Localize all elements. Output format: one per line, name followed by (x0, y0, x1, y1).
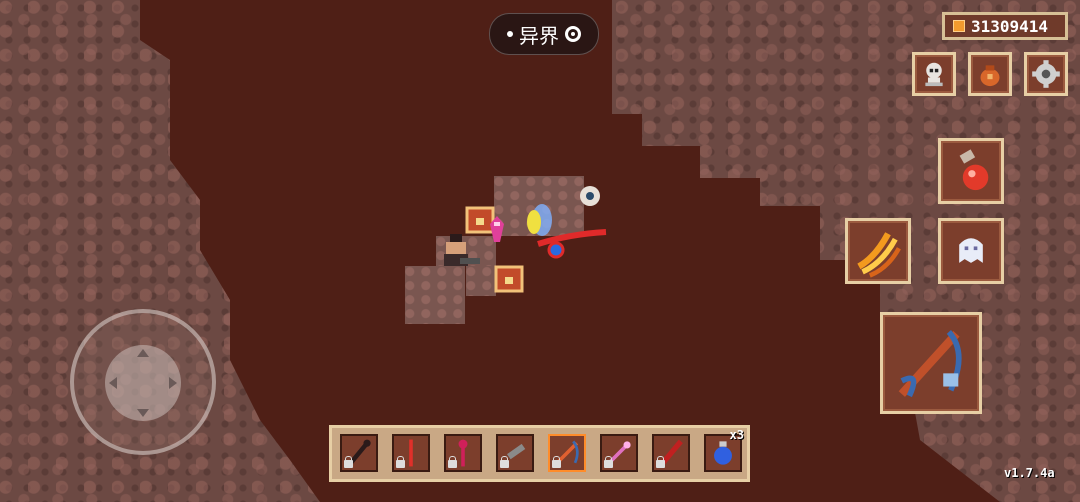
skull-icon (925, 62, 943, 87)
coin-icon (953, 20, 965, 32)
crossbow-icon (898, 330, 962, 398)
lock-icon (500, 456, 509, 468)
lock-icon (604, 456, 613, 468)
treasure-chest-sprite[interactable] (494, 264, 524, 294)
arrow-right-icon (169, 377, 177, 389)
lock-icon (344, 456, 353, 468)
arrow-down-icon (137, 409, 149, 417)
item-count-badge: x3 (729, 428, 744, 442)
currency-display: 31309414 (942, 12, 1068, 40)
gear-icon (1032, 60, 1060, 88)
ghost-skill-button[interactable] (938, 218, 1004, 284)
arrow-left-icon (109, 377, 117, 389)
hotbar-slot-3[interactable] (444, 434, 482, 472)
hotbar-slot-5[interactable] (548, 434, 586, 472)
bag-menu-button[interactable] (968, 52, 1012, 96)
attack-button[interactable] (880, 312, 982, 414)
floor-patch (405, 266, 465, 324)
lock-icon (552, 456, 561, 468)
currency-amount: 31309414 (971, 16, 1049, 36)
hotbar-slot-6[interactable] (600, 434, 638, 472)
version-label: v1.7.4a (1004, 466, 1055, 480)
lock-icon (396, 456, 405, 468)
claw-slash-icon (857, 232, 901, 278)
claw-skill-button[interactable] (845, 218, 911, 284)
floating-eye-enemy-sprite (580, 186, 600, 206)
record-icon (565, 26, 581, 42)
settings-button[interactable] (1024, 52, 1068, 96)
dot-icon (507, 31, 513, 37)
item-hotbar: x3 (329, 425, 750, 482)
health-potion-icon (959, 149, 989, 191)
player-character-sprite (444, 234, 480, 266)
potion-button[interactable] (938, 138, 1004, 204)
hotbar-slot-7[interactable] (652, 434, 690, 472)
lock-icon (448, 456, 457, 468)
hotbar-slot-8[interactable]: x3 (704, 428, 744, 472)
arrow-up-icon (137, 349, 149, 357)
hotbar-slot-4[interactable] (496, 434, 534, 472)
world-title: 异界 (519, 23, 559, 48)
lock-icon (656, 456, 665, 468)
hotbar-slot-2[interactable] (392, 434, 430, 472)
loot-bag-icon (980, 65, 1000, 87)
skull-menu-button[interactable] (912, 52, 956, 96)
hotbar-slot-1[interactable] (340, 434, 378, 472)
ghost-icon (959, 238, 983, 263)
world-title-pill[interactable]: 异界 (489, 13, 599, 55)
pink-imp-sprite (490, 216, 504, 242)
